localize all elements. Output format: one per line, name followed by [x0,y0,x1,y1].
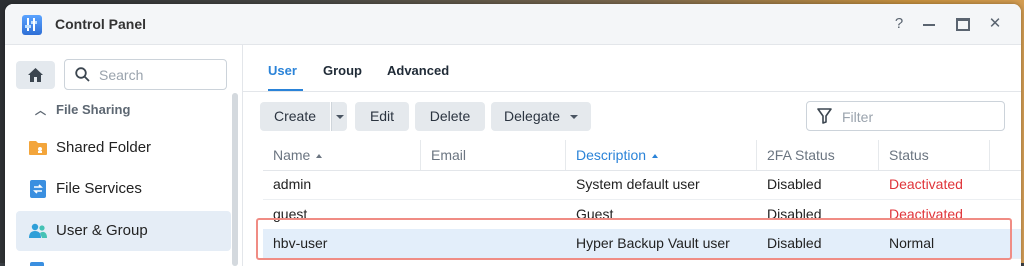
column-header-name[interactable]: Name [263,140,421,170]
edit-button[interactable]: Edit [355,102,409,131]
column-header-description[interactable]: Description [566,140,757,170]
sidebar-item-file-services[interactable]: File Services [16,169,231,209]
minimize-icon[interactable] [918,13,940,35]
create-button[interactable]: Create [260,102,330,131]
cell-2fa-status: Disabled [767,176,822,192]
search-input[interactable] [97,64,221,86]
create-dropdown-button[interactable] [331,102,347,131]
filter-icon [817,108,832,124]
cell-description: System default user [576,176,700,192]
selected-row-highlight-box [256,218,1012,260]
sort-arrow-icon [652,154,659,159]
home-button[interactable] [16,61,55,89]
window-title: Control Panel [55,16,147,32]
table-row[interactable]: admin System default user Disabled Deact… [263,170,1021,200]
cell-name: admin [273,176,312,192]
sidebar: ︿File Sharing Shared Folder File Service… [5,45,243,266]
search-box[interactable] [64,59,227,90]
home-icon [28,68,43,82]
close-icon[interactable]: ✕ [984,13,1006,35]
tab-advanced[interactable]: Advanced [387,63,449,78]
search-icon [75,67,90,82]
tab-group[interactable]: Group [323,63,362,78]
sort-arrow-icon [316,154,323,159]
column-header-status[interactable]: Status [879,140,990,170]
tab-user[interactable]: User [268,63,297,78]
title-bar[interactable]: Control Panel ? ✕ [5,4,1021,45]
sidebar-scrollbar[interactable] [232,93,238,266]
cell-status: Deactivated [889,176,963,192]
caret-down-icon [336,115,344,119]
users-icon [29,223,47,238]
column-header-2fa-status[interactable]: 2FA Status [757,140,879,170]
sidebar-item-shared-folder[interactable]: Shared Folder [16,128,231,168]
section-header-file-sharing[interactable]: ︿ File Sharing [35,102,130,118]
cell-email [421,170,431,199]
filter-box[interactable] [806,101,1005,131]
caret-down-icon [569,115,578,120]
column-header-email[interactable]: Email [421,140,566,170]
folder-icon [29,141,47,155]
maximize-icon[interactable] [951,13,973,35]
table-header: Name Email Description 2FA Status Status [263,140,1021,171]
delegate-button[interactable]: Delegate [491,102,591,131]
help-icon[interactable]: ? [888,13,910,35]
sidebar-item-next[interactable] [16,257,231,266]
active-tab-indicator [268,89,303,91]
control-panel-app-icon [22,15,42,35]
filter-input[interactable] [840,106,994,128]
delete-button[interactable]: Delete [415,102,485,131]
tab-bar: User Group Advanced [243,45,1021,92]
file-services-icon [30,180,46,198]
sidebar-item-user-group[interactable]: User & Group [16,211,231,251]
chevron-up-icon: ︿ [35,105,46,117]
